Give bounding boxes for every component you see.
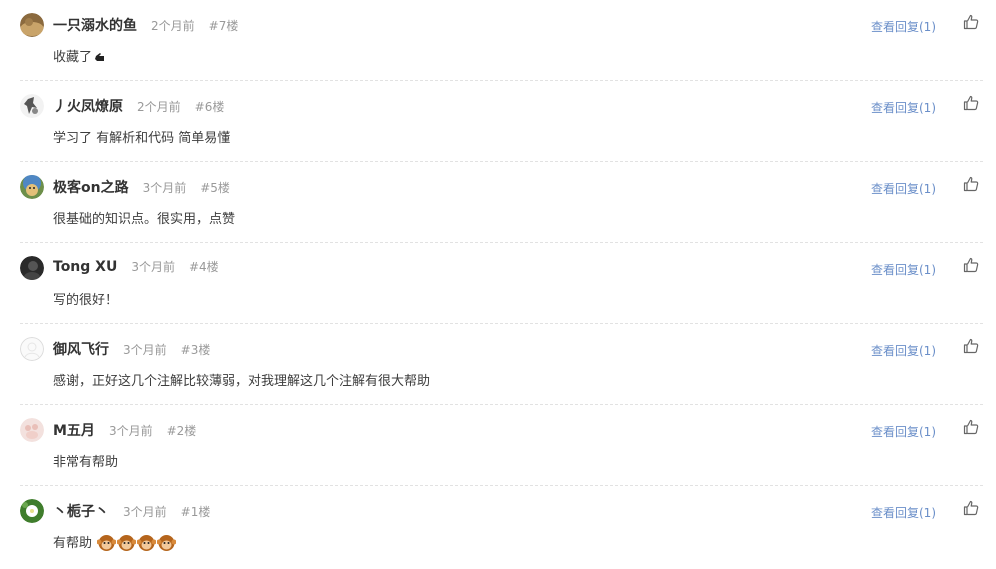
comment-time: 3个月前 bbox=[123, 343, 167, 357]
like-button[interactable] bbox=[963, 500, 979, 516]
comment-item: M五月 3个月前 #2楼 非常有帮助 查看回复(1) bbox=[20, 405, 983, 486]
view-replies-link[interactable]: 查看回复(1) bbox=[871, 342, 936, 359]
view-replies-link[interactable]: 查看回复(1) bbox=[871, 423, 936, 440]
comment-time: 3个月前 bbox=[131, 260, 175, 274]
thumbs-up-icon bbox=[963, 95, 979, 111]
floor-number: #5楼 bbox=[200, 181, 230, 195]
user-avatar[interactable] bbox=[20, 13, 44, 37]
comment-text: 很基础的知识点。很实用，点赞 bbox=[53, 212, 236, 227]
comment-item: 御风飞行 3个月前 #3楼 感谢，正好这几个注解比较薄弱，对我理解这几个注解有很大帮… bbox=[20, 324, 983, 405]
user-avatar[interactable] bbox=[20, 175, 44, 199]
comment-header: 御风飞行 3个月前 #3楼 bbox=[53, 339, 210, 359]
comment-time: 3个月前 bbox=[108, 424, 153, 438]
floor-number: #7楼 bbox=[208, 19, 239, 33]
user-avatar[interactable] bbox=[20, 499, 44, 523]
comment-time: 2个月前 bbox=[137, 100, 181, 114]
monkey-emoji-icon bbox=[97, 535, 117, 551]
user-avatar[interactable] bbox=[20, 337, 44, 361]
comment-item: Tong XU 3个月前 #4楼 写的很好！ 查看回复(1) bbox=[20, 243, 983, 324]
like-button[interactable] bbox=[963, 338, 979, 354]
like-button[interactable] bbox=[963, 176, 979, 192]
like-button[interactable] bbox=[963, 14, 979, 30]
comment-header: 一只溺水的鱼 2个月前 #7楼 bbox=[53, 15, 238, 35]
comment-header: 丿火凤燎原 2个月前 #6楼 bbox=[53, 96, 224, 116]
username[interactable]: 丶栀子丶 bbox=[53, 504, 109, 520]
comment-text: 学习了 有解析和代码 简单易懂 bbox=[53, 131, 231, 146]
monkey-emoji-icon bbox=[137, 535, 157, 551]
view-replies-link[interactable]: 查看回复(1) bbox=[871, 180, 936, 197]
comment-text: 非常有帮助 bbox=[53, 455, 119, 470]
comment-header: 极客on之路 3个月前 #5楼 bbox=[53, 177, 230, 197]
monkey-emoji-icon bbox=[157, 535, 177, 551]
user-avatar[interactable] bbox=[20, 256, 44, 280]
view-replies-link[interactable]: 查看回复(1) bbox=[871, 18, 936, 35]
comment-item: 极客on之路 3个月前 #5楼 很基础的知识点。很实用，点赞 查看回复(1) bbox=[20, 162, 983, 243]
comment-header: Tong XU 3个月前 #4楼 bbox=[53, 258, 219, 275]
comment-list: 一只溺水的鱼 2个月前 #7楼 收藏了 查看回复(1) 丿火凤燎原 2个月前 #6楼 学… bbox=[0, 0, 996, 567]
like-button[interactable] bbox=[963, 95, 979, 111]
user-avatar[interactable] bbox=[20, 418, 44, 442]
monkey-emoji-icon bbox=[117, 535, 137, 551]
comment-time: 3个月前 bbox=[142, 181, 187, 195]
floor-number: #4楼 bbox=[188, 260, 219, 274]
comment-time: 3个月前 bbox=[123, 505, 167, 519]
thumbs-up-icon bbox=[963, 176, 979, 192]
username[interactable]: 丿火凤燎原 bbox=[53, 99, 123, 115]
thumbs-up-icon bbox=[963, 257, 979, 273]
comment-body: 有帮助 bbox=[53, 536, 93, 551]
comment-header: M五月 3个月前 #2楼 bbox=[53, 420, 196, 440]
username[interactable]: 极客on之路 bbox=[53, 180, 129, 196]
comment-item: 一只溺水的鱼 2个月前 #7楼 收藏了 查看回复(1) bbox=[20, 0, 983, 81]
comment-item: 丿火凤燎原 2个月前 #6楼 学习了 有解析和代码 简单易懂 查看回复(1) bbox=[20, 81, 983, 162]
username[interactable]: 御风飞行 bbox=[53, 342, 109, 358]
like-button[interactable] bbox=[963, 257, 979, 273]
username[interactable]: Tong XU bbox=[53, 259, 117, 275]
comment-text: 感谢，正好这几个注解比较薄弱，对我理解这几个注解有很大帮助 bbox=[53, 374, 431, 389]
like-button[interactable] bbox=[963, 419, 979, 435]
pointing-hand-icon bbox=[95, 53, 105, 61]
thumbs-up-icon bbox=[963, 14, 979, 30]
view-replies-link[interactable]: 查看回复(1) bbox=[871, 504, 936, 521]
view-replies-link[interactable]: 查看回复(1) bbox=[871, 99, 936, 116]
comment-header: 丶栀子丶 3个月前 #1楼 bbox=[53, 501, 210, 521]
username[interactable]: 一只溺水的鱼 bbox=[53, 18, 137, 34]
floor-number: #1楼 bbox=[180, 505, 211, 519]
comment-item: 丶栀子丶 3个月前 #1楼 有帮助 查看回复(1) bbox=[20, 486, 983, 567]
view-replies-link[interactable]: 查看回复(1) bbox=[871, 261, 936, 278]
thumbs-up-icon bbox=[963, 500, 979, 516]
thumbs-up-icon bbox=[963, 338, 979, 354]
floor-number: #6楼 bbox=[194, 100, 225, 114]
comment-text: 有帮助 bbox=[53, 532, 177, 552]
comment-body: 收藏了 bbox=[53, 50, 93, 65]
floor-number: #3楼 bbox=[180, 343, 211, 357]
comment-time: 2个月前 bbox=[151, 19, 195, 33]
comment-text: 收藏了 bbox=[53, 46, 105, 65]
comment-text: 写的很好！ bbox=[53, 293, 119, 308]
thumbs-up-icon bbox=[963, 419, 979, 435]
user-avatar[interactable] bbox=[20, 94, 44, 118]
floor-number: #2楼 bbox=[166, 424, 197, 438]
username[interactable]: M五月 bbox=[53, 423, 95, 439]
